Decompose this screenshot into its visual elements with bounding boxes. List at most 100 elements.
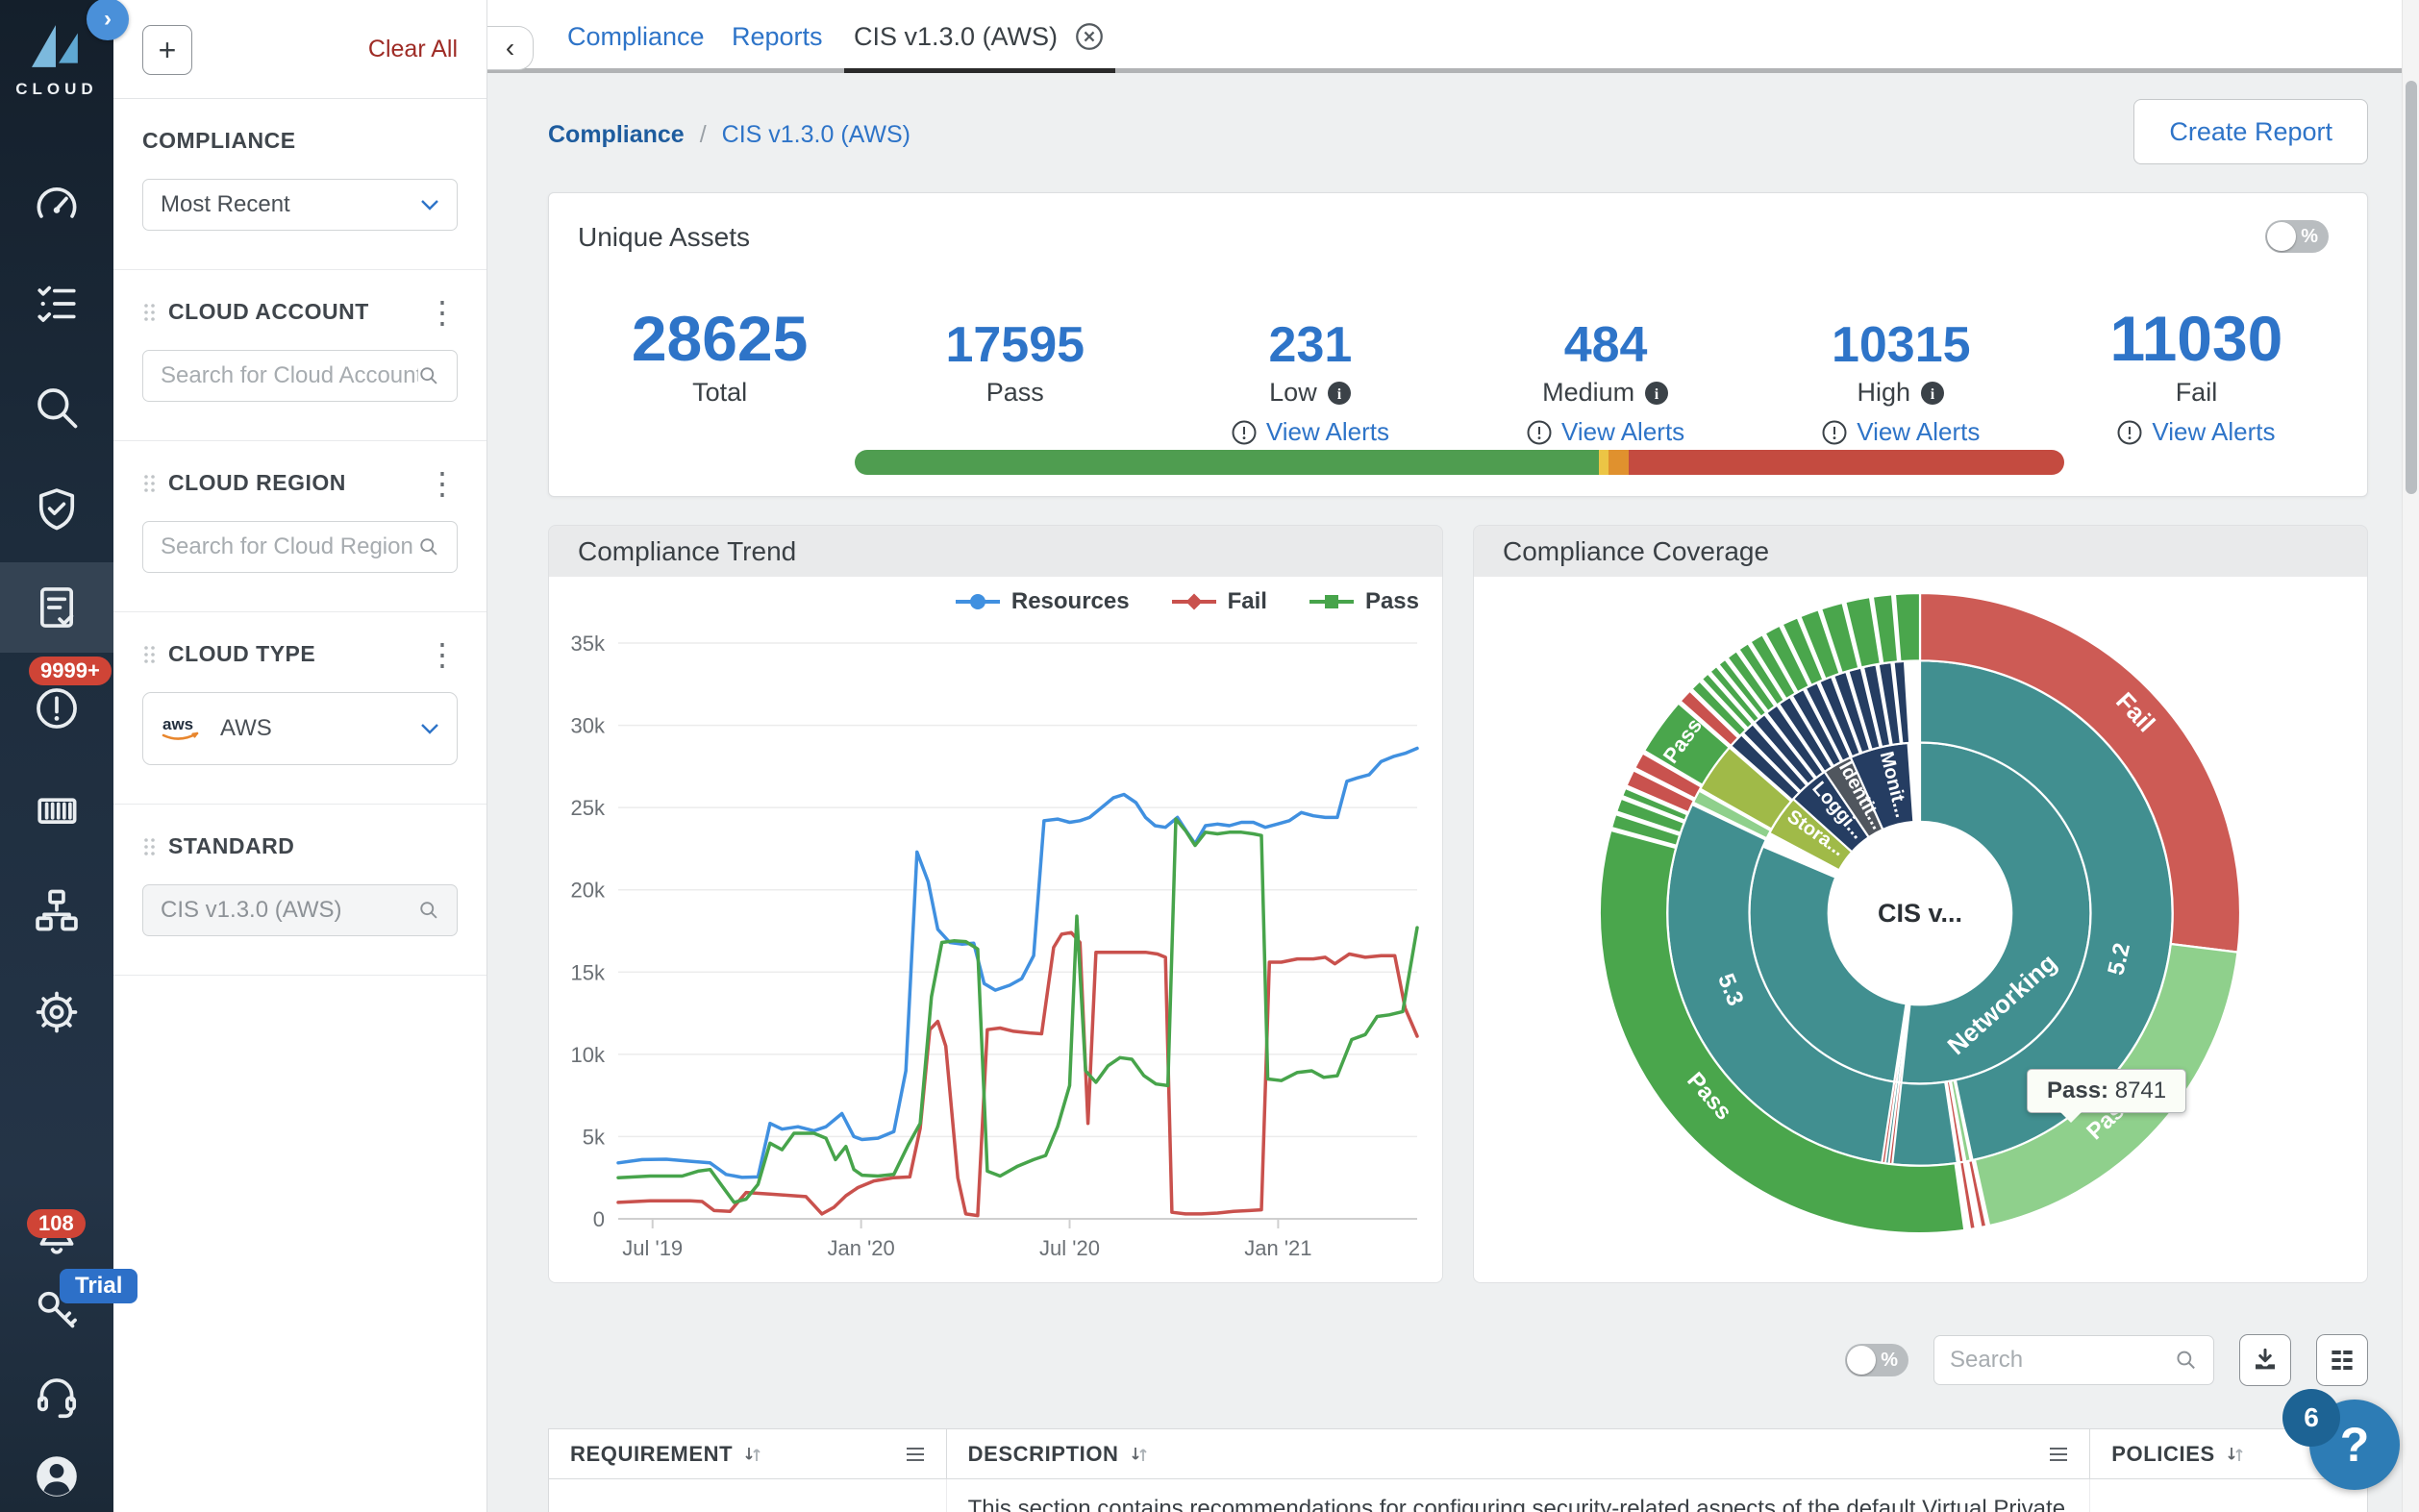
sidebar-item-policies[interactable] [0,464,113,555]
filter-section-label: CLOUD ACCOUNT [168,299,369,325]
drag-handle-icon[interactable] [142,836,157,857]
standard-filter-input[interactable] [161,897,418,924]
logo-icon [26,21,87,71]
gear-icon [32,987,82,1037]
drag-handle-icon[interactable] [142,473,157,494]
svg-text:30k: 30k [571,714,606,738]
column-description[interactable]: DESCRIPTION [947,1429,2091,1478]
view-alerts-link[interactable]: View Alerts [2049,417,2344,447]
sidebar-item-compliance[interactable] [0,562,113,653]
info-icon[interactable]: i [1327,381,1352,406]
table-row: Networking This section contains recomme… [549,1479,2367,1512]
download-button[interactable] [2239,1334,2291,1386]
sidebar-item-settings[interactable] [0,967,113,1057]
select-value: AWS [220,715,272,742]
stat-value: 11030 [2049,301,2344,370]
sidebar-item-profile[interactable] [0,1431,113,1512]
svg-text:i: i [1655,386,1659,403]
columns-button[interactable] [2316,1334,2368,1386]
stat-pass: 17595 Pass [867,301,1162,447]
view-alerts-link[interactable]: View Alerts [1459,417,1754,447]
description-cell: This section contains recommendations fo… [947,1479,2091,1512]
nav-rail: CLOUD [0,0,113,1512]
select-value: Most Recent [161,191,290,218]
unique-assets-card: Unique Assets % 28625 Total 17595 Pass 2… [548,192,2368,497]
stat-total: 28625 Total [572,301,867,447]
add-filter-button[interactable]: + [142,25,192,75]
collapse-filters-button[interactable]: ‹ [487,26,534,70]
tab-cis-v130-aws[interactable]: CIS v1.3.0 (AWS) [854,0,1106,73]
coverage-sunburst-chart[interactable]: NetworkingStora...Loggi...Identit...Moni… [1474,577,2367,1281]
sidebar-item-inventory[interactable] [0,259,113,349]
create-report-button[interactable]: Create Report [2133,99,2368,164]
tab-label: Reports [732,22,823,52]
cloud-account-search-input[interactable] [161,362,418,389]
close-tab-icon[interactable] [1073,20,1106,53]
shield-check-icon [32,484,82,534]
sidebar-item-compute[interactable] [0,765,113,855]
sort-icon[interactable] [1129,1445,1150,1464]
kebab-menu-icon[interactable]: ⋮ [427,645,458,664]
svg-text:Jan '21: Jan '21 [1244,1236,1311,1260]
stat-value: 28625 [572,301,867,370]
compliance-time-select[interactable]: Most Recent [142,179,458,231]
filter-section-label: CLOUD REGION [168,470,346,496]
sidebar-item-topology[interactable] [0,865,113,955]
svg-text:35k: 35k [571,632,606,656]
percent-toggle[interactable]: % [2265,220,2329,253]
magnifier-icon [418,364,439,387]
legend-fail[interactable]: Fail [1172,588,1267,615]
scrollbar-thumb[interactable] [2406,81,2417,494]
requirement-link[interactable]: Networking [570,1509,723,1512]
column-requirement[interactable]: REQUIREMENT [549,1429,947,1478]
cloud-region-search[interactable] [142,521,458,573]
table-search-input[interactable] [1950,1347,2175,1374]
alert-outline-icon [1527,420,1552,445]
svg-text:0: 0 [593,1207,605,1231]
stat-value: 10315 [1754,301,2049,370]
breadcrumb-compliance[interactable]: Compliance [548,121,685,149]
kebab-menu-icon[interactable]: ⋮ [427,474,458,493]
legend-label: Fail [1228,588,1267,615]
tab-compliance[interactable]: Compliance [567,0,705,73]
compliance-trend-title: Compliance Trend [548,525,1443,577]
legend-resources[interactable]: Resources [956,588,1130,615]
policies-count-link[interactable]: 5 [2111,1509,2125,1512]
network-icon [32,885,82,935]
magnifier-icon [418,899,439,922]
sort-icon[interactable] [2225,1445,2246,1464]
compliance-trend-body: Resources Fail Pass 05k10k15k20k25k30k35… [548,577,1443,1283]
drag-handle-icon[interactable] [142,644,157,665]
info-icon[interactable]: i [1644,381,1669,406]
cloud-type-select[interactable]: aws AWS [142,692,458,765]
legend-label: Resources [1011,588,1130,615]
column-menu-icon[interactable] [906,1447,925,1462]
cloud-account-search[interactable] [142,350,458,402]
kebab-menu-icon[interactable]: ⋮ [427,303,458,322]
legend-pass[interactable]: Pass [1309,588,1419,615]
column-menu-icon[interactable] [2049,1447,2068,1462]
column-label: DESCRIPTION [968,1442,1119,1467]
view-alerts-link[interactable]: View Alerts [1754,417,2049,447]
column-label: POLICIES [2111,1442,2215,1467]
stat-value: 231 [1162,301,1458,370]
sidebar-item-dashboard[interactable] [0,160,113,250]
svg-text:15k: 15k [571,960,606,984]
stat-label: High [1858,378,1911,408]
sort-icon[interactable] [742,1445,763,1464]
tab-reports[interactable]: Reports [732,0,823,73]
drag-handle-icon[interactable] [142,302,157,323]
table-percent-toggle[interactable]: % [1845,1344,1908,1376]
expand-panel-button[interactable]: › [87,0,129,40]
sidebar-item-support[interactable] [0,1351,113,1441]
sidebar-item-investigate[interactable] [0,362,113,453]
table-search[interactable] [1933,1335,2214,1385]
clear-all-filters-link[interactable]: Clear All [368,36,458,63]
percent-label: % [2301,226,2318,248]
cloud-region-search-input[interactable] [161,533,418,560]
view-alerts-label: View Alerts [2152,417,2275,447]
view-alerts-link[interactable]: View Alerts [1162,417,1458,447]
breadcrumb-standard[interactable]: CIS v1.3.0 (AWS) [722,121,910,149]
help-notification-badge: 6 [2282,1389,2340,1447]
info-icon[interactable]: i [1920,381,1945,406]
